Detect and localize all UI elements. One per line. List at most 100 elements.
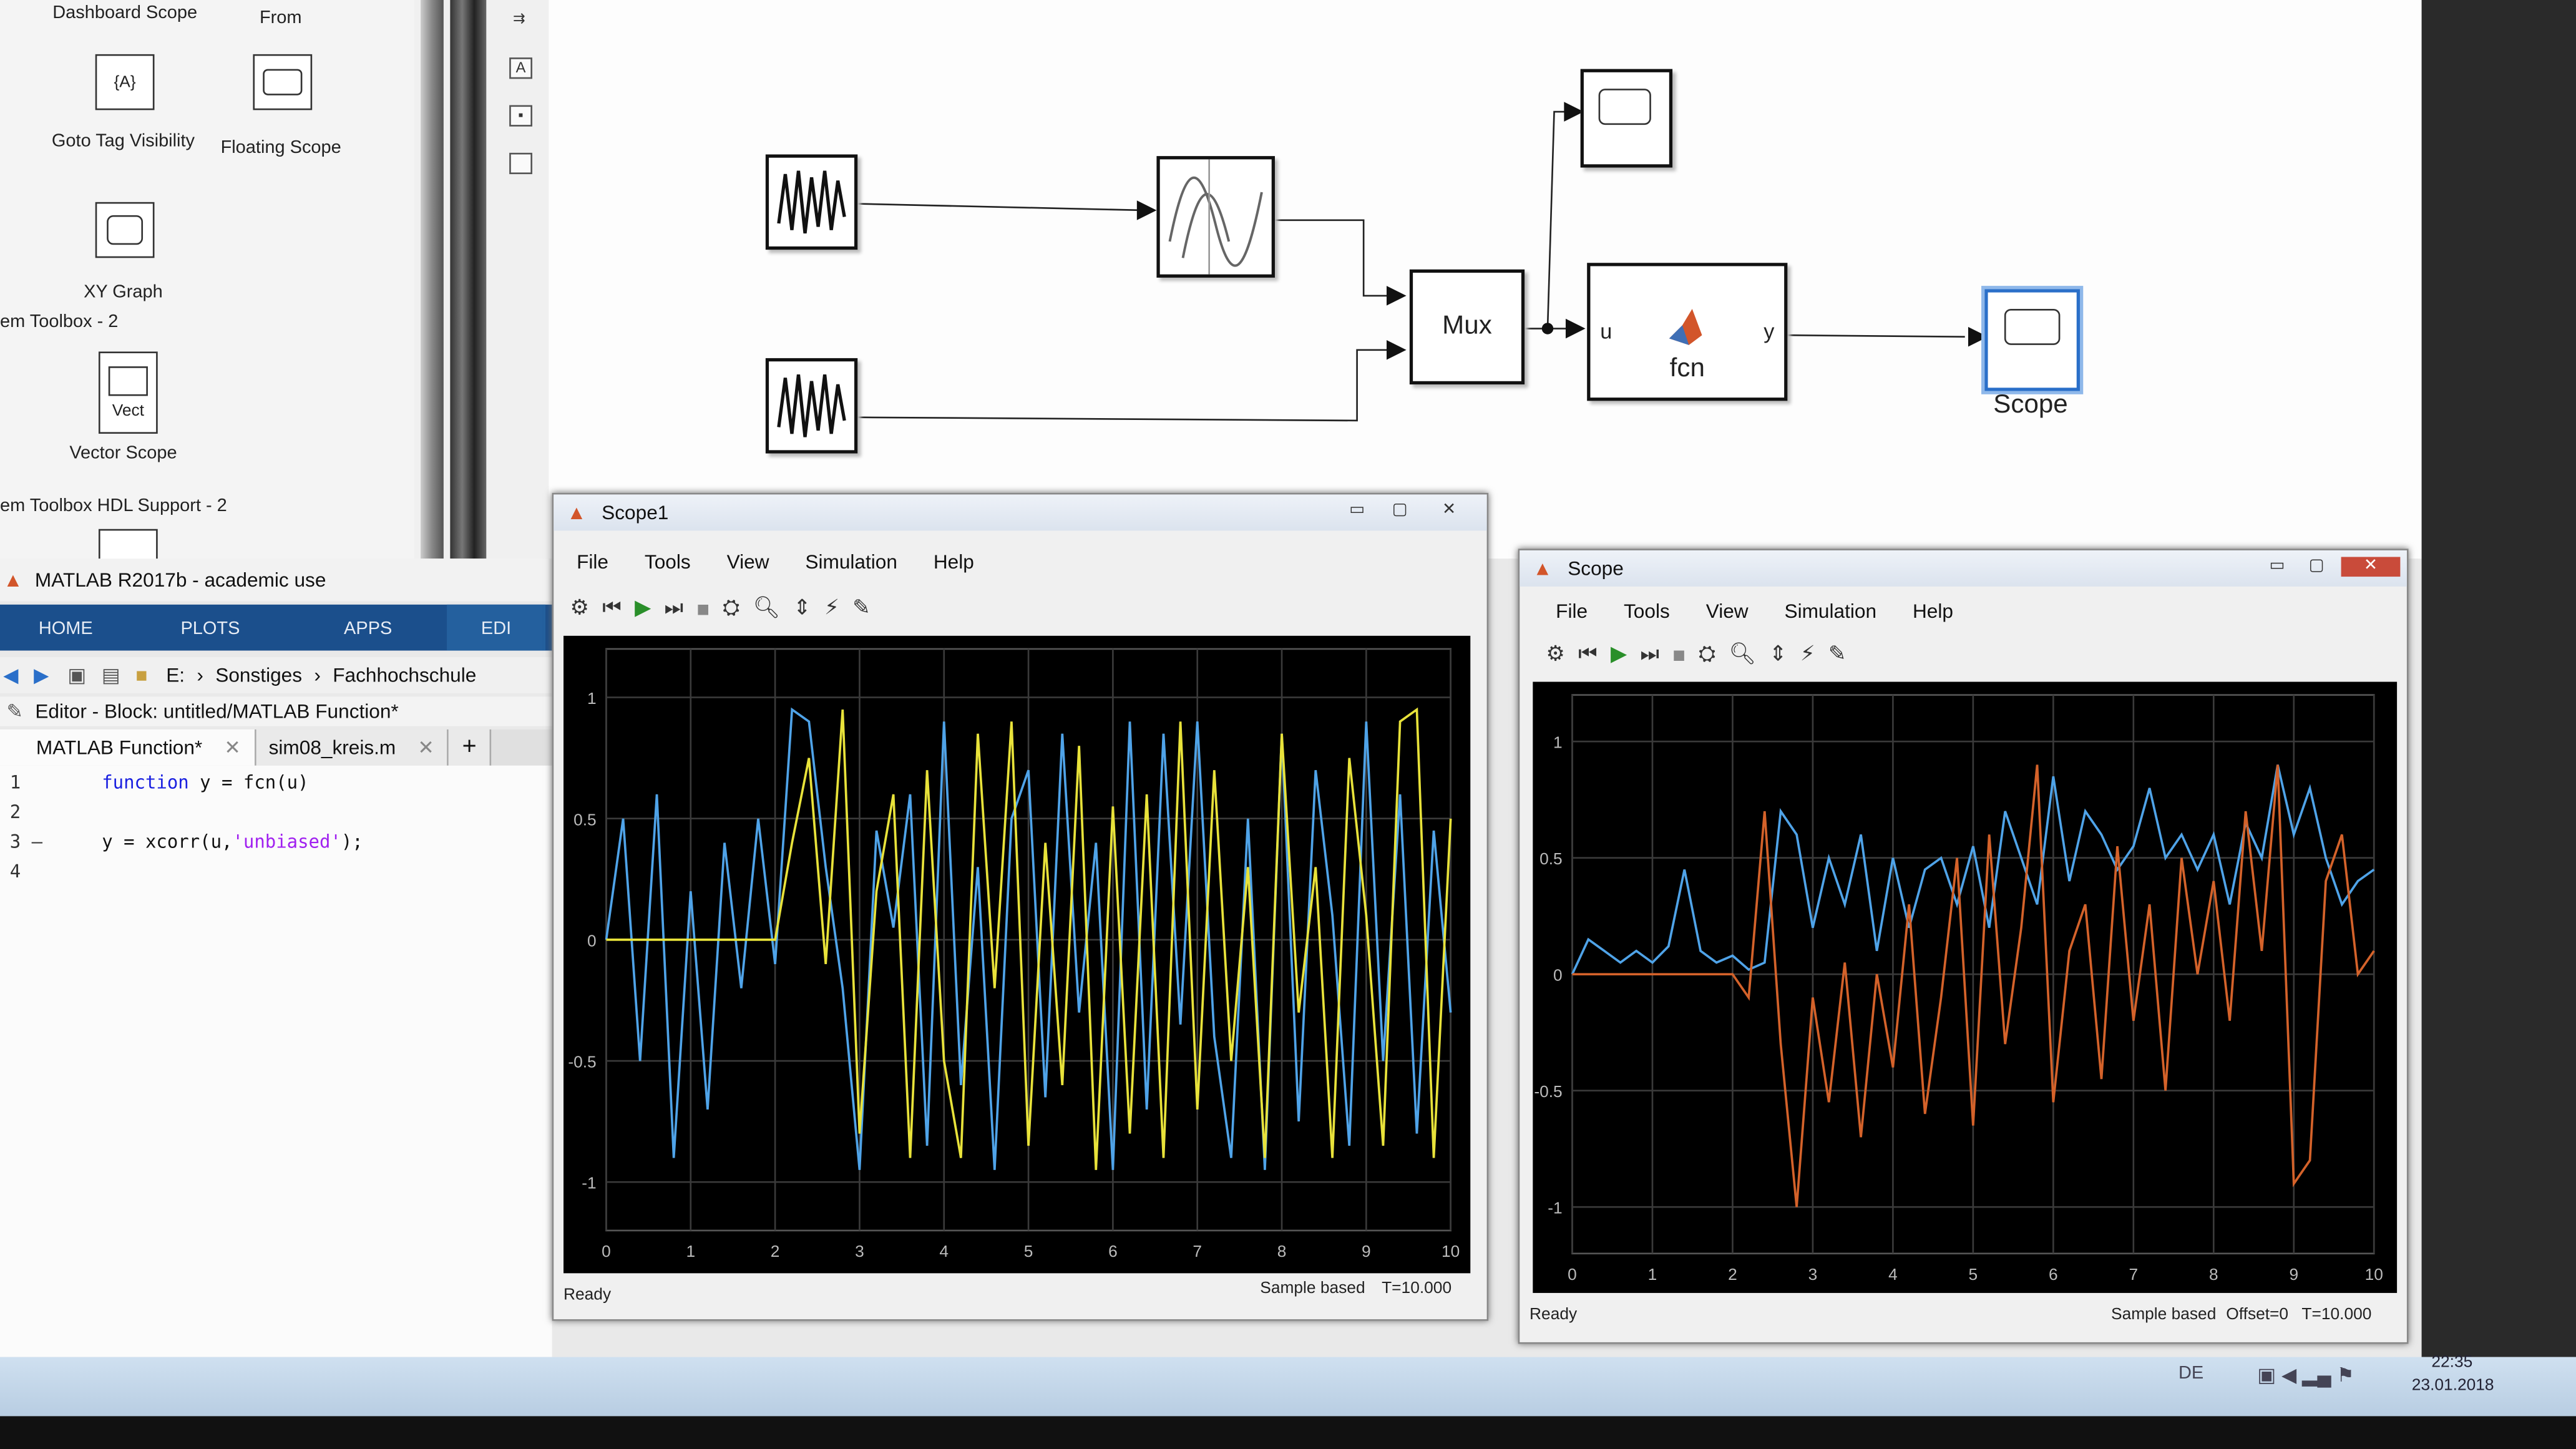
- xy-graph-block[interactable]: [95, 202, 155, 258]
- menu-simulation[interactable]: Simulation: [805, 550, 897, 573]
- floating-scope-label: Floating Scope: [220, 138, 341, 158]
- menu-view[interactable]: View: [727, 550, 769, 573]
- edit-icon[interactable]: ✎: [1828, 641, 1847, 667]
- close-icon[interactable]: ✕: [2341, 557, 2401, 577]
- menu-file[interactable]: File: [1556, 600, 1588, 623]
- close-icon[interactable]: ✕: [1434, 501, 1463, 521]
- tab-plots[interactable]: PLOTS: [132, 605, 290, 651]
- area-icon[interactable]: [509, 152, 532, 175]
- close-icon[interactable]: ✕: [417, 736, 434, 759]
- clock-date[interactable]: 23.01.2018: [2412, 1377, 2494, 1395]
- tray-icons[interactable]: ▣ ◀︎ ▂▄ ⚑: [2257, 1364, 2354, 1387]
- stop-icon[interactable]: ■: [696, 595, 710, 620]
- clock-time[interactable]: 22:35: [2431, 1354, 2472, 1372]
- zoom-icon[interactable]: 🔍︎: [753, 595, 780, 621]
- tab-editor[interactable]: EDI: [447, 604, 546, 651]
- new-tab-button[interactable]: +: [449, 729, 492, 766]
- tab-apps[interactable]: APPS: [289, 605, 447, 651]
- matlab-function-block[interactable]: u y fcn: [1587, 263, 1788, 401]
- scope1-plot[interactable]: 0 1 2 3 4 5 6 7 8 9 10 1 0.5 0 -0.5 -1: [564, 635, 1471, 1274]
- triggers-icon[interactable]: ⚡︎: [1800, 641, 1815, 667]
- floating-scope-block[interactable]: [253, 54, 313, 110]
- highlight-icon[interactable]: ⛭: [1699, 641, 1715, 667]
- vector-scope-icon: [108, 365, 148, 396]
- arrows-icon[interactable]: ⇉: [509, 10, 529, 28]
- scale-icon[interactable]: ⇕: [1769, 641, 1787, 667]
- transport-delay-block[interactable]: [1156, 156, 1275, 278]
- library-label-from: From: [259, 8, 302, 28]
- xy-graph-label: XY Graph: [84, 282, 163, 303]
- back-icon[interactable]: ◀: [3, 664, 18, 687]
- folder-up-icon[interactable]: ▣: [67, 664, 86, 687]
- mux-block[interactable]: Mux: [1409, 269, 1525, 385]
- step-back-icon[interactable]: ⏮: [602, 595, 622, 621]
- editor-icon: ✎: [6, 700, 24, 723]
- scope-plot[interactable]: 0 1 2 3 4 5 6 7 8 9 10 1 0.5 0 -0.5 -1: [1533, 681, 2398, 1293]
- tab-matlab-function[interactable]: MATLAB Function* ✕: [0, 729, 256, 766]
- x-tick-label: 8: [1277, 1242, 1287, 1261]
- signal-generator-1[interactable]: [765, 154, 858, 250]
- run-icon[interactable]: ▶: [635, 595, 651, 621]
- triggers-icon[interactable]: ⚡︎: [824, 595, 839, 621]
- scope-block[interactable]: [1984, 289, 2080, 391]
- minimize-icon[interactable]: ▭: [1342, 501, 1372, 521]
- tab-home[interactable]: HOME: [0, 605, 132, 651]
- x-tick-label: 7: [1193, 1242, 1202, 1261]
- code-token: 'unbiased': [232, 831, 341, 853]
- minimize-icon[interactable]: ▭: [2262, 557, 2291, 577]
- forward-icon[interactable]: ▶: [34, 664, 49, 687]
- signal-generator-2[interactable]: [765, 358, 858, 454]
- vector-scope-block[interactable]: Vect: [98, 351, 158, 434]
- address-bar[interactable]: ◀ ▶ ▣ ▤ ■ E: › Sonstiges › Fachhochschul…: [0, 657, 559, 693]
- noise-waveform-icon: [777, 374, 846, 437]
- path-folder-2[interactable]: Fachhochschule: [333, 664, 476, 687]
- zoom-icon[interactable]: 🔍︎: [1729, 641, 1755, 667]
- menu-tools[interactable]: Tools: [1624, 600, 1670, 623]
- menu-help[interactable]: Help: [1913, 600, 1953, 623]
- library-label-dashboard-scope: Dashboard Scope: [52, 3, 198, 23]
- code-line[interactable]: y = xcorr(u,'unbiased');: [102, 831, 363, 852]
- tab-sim08-kreis-label: sim08_kreis.m: [268, 736, 396, 759]
- library-partial-block[interactable]: [98, 529, 158, 562]
- library-scrollbar[interactable]: [420, 0, 444, 559]
- scope-status-time: T=10.000: [2301, 1305, 2372, 1324]
- close-icon[interactable]: ✕: [224, 736, 240, 759]
- menu-help[interactable]: Help: [934, 550, 974, 573]
- gear-icon[interactable]: ⚙: [570, 595, 590, 621]
- goto-tag-visibility-block[interactable]: {A}: [95, 54, 155, 110]
- menu-view[interactable]: View: [1706, 600, 1749, 623]
- edit-icon[interactable]: ✎: [852, 595, 871, 621]
- language-indicator[interactable]: DE: [2178, 1364, 2203, 1383]
- gear-icon[interactable]: ⚙: [1546, 641, 1565, 667]
- tab-sim08-kreis[interactable]: sim08_kreis.m ✕: [255, 729, 449, 766]
- y-tick-label: 0.5: [573, 810, 597, 829]
- menu-file[interactable]: File: [577, 550, 608, 573]
- path-folder-1[interactable]: Sonstiges: [215, 664, 302, 687]
- y-tick-label: -1: [582, 1174, 596, 1193]
- code-line[interactable]: function y = fcn(u): [102, 772, 308, 793]
- step-forward-icon[interactable]: ⏭: [1640, 641, 1659, 667]
- menu-simulation[interactable]: Simulation: [1785, 600, 1877, 623]
- code-editor[interactable]: 1 function y = fcn(u) 2 3 – y = xcorr(u,'unb…: [0, 765, 552, 1357]
- mux-label: Mux: [1442, 312, 1492, 340]
- maximize-icon[interactable]: ▢: [2301, 557, 2331, 577]
- step-forward-icon[interactable]: ⏭: [665, 595, 684, 621]
- y-tick-label: 0: [1553, 966, 1563, 985]
- image-icon[interactable]: ▪: [509, 105, 532, 127]
- browse-icon[interactable]: ▤: [102, 664, 120, 687]
- path-drive[interactable]: E:: [166, 664, 185, 687]
- floating-scope-model-block[interactable]: [1580, 69, 1673, 168]
- step-back-icon[interactable]: ⏮: [1578, 641, 1598, 667]
- scale-icon[interactable]: ⇕: [793, 595, 811, 621]
- scope1-status-ready: Ready: [564, 1286, 612, 1305]
- highlight-icon[interactable]: ⛭: [723, 595, 739, 621]
- model-canvas[interactable]: Mux u y fcn Scope: [549, 0, 2422, 559]
- x-tick-label: 5: [1024, 1242, 1033, 1261]
- scope1-status-mode: Sample based: [1260, 1279, 1365, 1298]
- x-tick-label: 10: [1442, 1242, 1460, 1261]
- menu-tools[interactable]: Tools: [645, 550, 691, 573]
- run-icon[interactable]: ▶: [1611, 641, 1627, 667]
- annotation-icon[interactable]: A: [509, 57, 532, 79]
- maximize-icon[interactable]: ▢: [1385, 501, 1414, 521]
- stop-icon[interactable]: ■: [1672, 642, 1686, 666]
